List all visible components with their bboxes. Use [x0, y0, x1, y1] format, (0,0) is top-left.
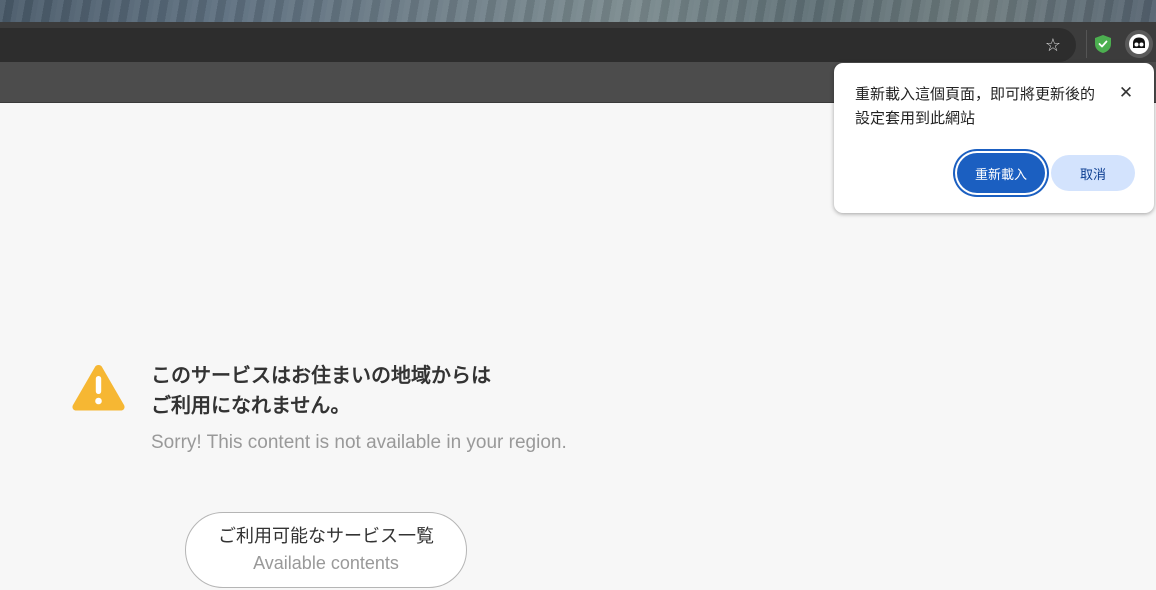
warning-icon	[71, 363, 126, 412]
headline-line-1: このサービスはお住まいの地域からは	[151, 363, 491, 387]
address-bar[interactable]	[0, 28, 1076, 62]
page-title: このサービスはお住まいの地域からは ご利用になれません。	[151, 360, 631, 420]
reload-button[interactable]: 重新載入	[957, 153, 1045, 193]
reload-prompt-popup: 重新載入這個頁面，即可將更新後的設定套用到此網站 ✕ 重新載入 取消	[834, 63, 1154, 213]
extension-button[interactable]	[1125, 30, 1153, 58]
region-error-message: Sorry! This content is not available in …	[151, 432, 567, 453]
toolbar-divider	[1086, 30, 1087, 58]
shield-icon[interactable]	[1092, 33, 1114, 55]
cancel-button[interactable]: 取消	[1051, 155, 1135, 191]
available-contents-button[interactable]: ご利用可能なサービス一覧 Available contents	[185, 512, 467, 588]
available-contents-label-en: Available contents	[253, 553, 399, 573]
available-contents-label-jp: ご利用可能なサービス一覧	[218, 526, 434, 547]
star-icon[interactable]: ☆	[1041, 33, 1065, 57]
browser-tab-strip	[0, 0, 1156, 22]
ghost-icon	[1129, 34, 1149, 54]
headline-line-2: ご利用になれません。	[151, 393, 351, 417]
popup-message: 重新載入這個頁面，即可將更新後的設定套用到此網站	[855, 85, 1096, 127]
close-icon[interactable]: ✕	[1116, 83, 1136, 103]
